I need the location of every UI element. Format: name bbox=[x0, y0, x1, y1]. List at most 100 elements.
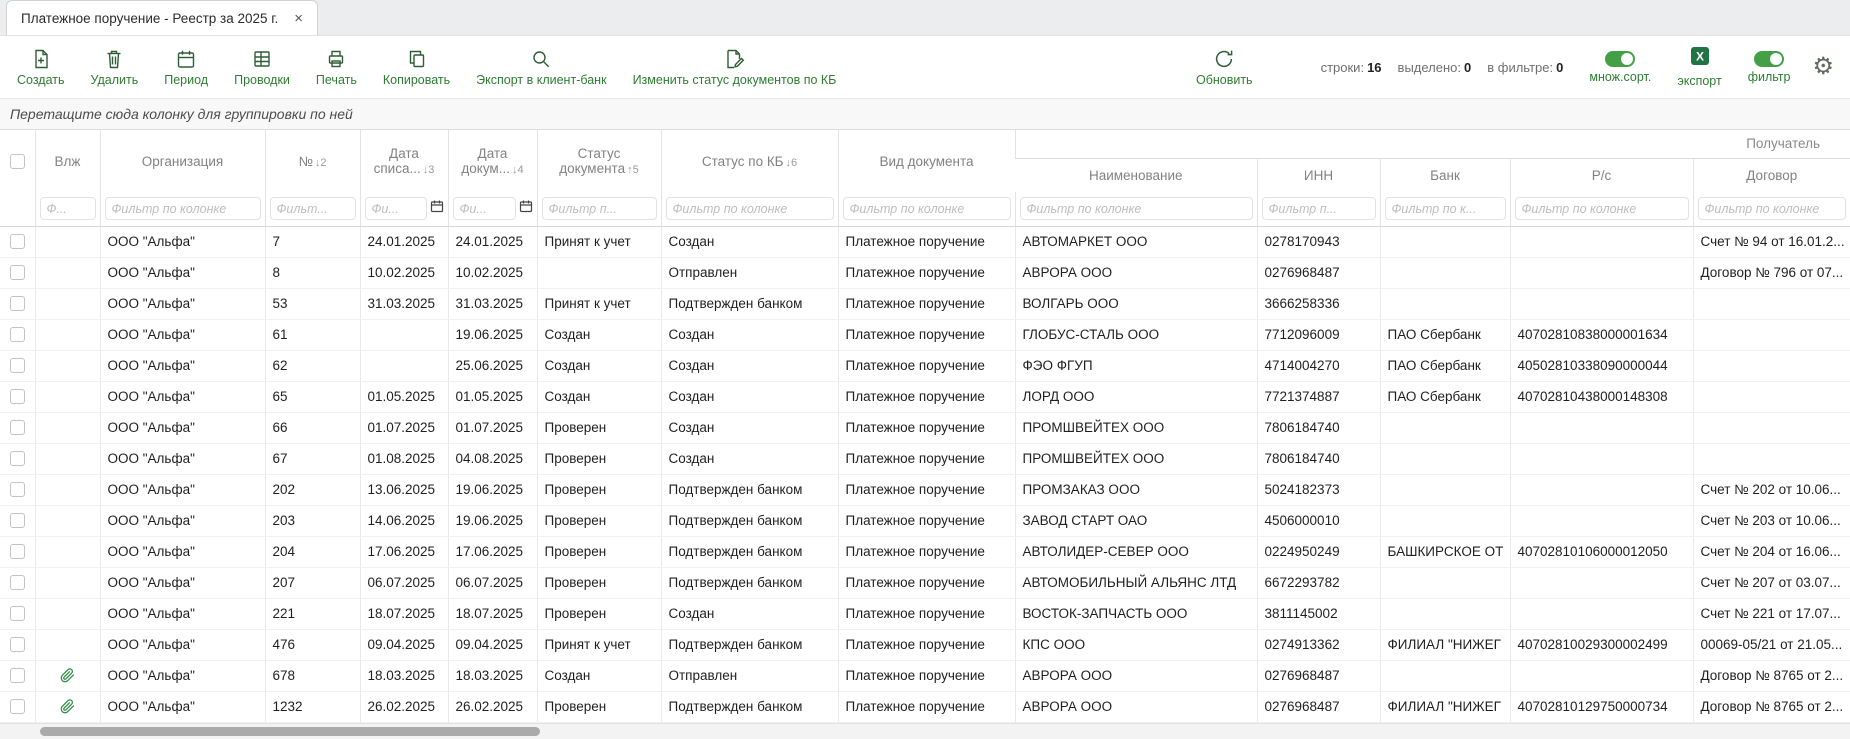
header-bank[interactable]: Банк bbox=[1380, 158, 1510, 192]
row-select-cell[interactable] bbox=[0, 660, 35, 691]
filter-doc-kind-input[interactable] bbox=[843, 197, 1011, 220]
band-receiver[interactable]: Получатель bbox=[1015, 130, 1850, 158]
header-select[interactable] bbox=[0, 130, 35, 192]
tab-payment-register[interactable]: Платежное поручение - Реестр за 2025 г. … bbox=[6, 0, 318, 35]
row-checkbox[interactable] bbox=[10, 668, 25, 683]
row-checkbox[interactable] bbox=[10, 699, 25, 714]
row-checkbox[interactable] bbox=[10, 234, 25, 249]
row-select-cell[interactable] bbox=[0, 691, 35, 722]
header-inn[interactable]: ИНН bbox=[1257, 158, 1380, 192]
table-row[interactable]: ООО "Альфа"6119.06.2025СозданСозданПлате… bbox=[0, 319, 1850, 350]
refresh-button[interactable]: Обновить bbox=[1183, 36, 1266, 98]
table-row[interactable]: ООО "Альфа"20213.06.202519.06.2025Провер… bbox=[0, 474, 1850, 505]
cell-date_write: 06.07.2025 bbox=[360, 567, 448, 598]
row-checkbox[interactable] bbox=[10, 482, 25, 497]
row-select-cell[interactable] bbox=[0, 257, 35, 288]
table-row[interactable]: ООО "Альфа"20314.06.202519.06.2025Провер… bbox=[0, 505, 1850, 536]
filter-account-input[interactable] bbox=[1515, 197, 1689, 220]
row-checkbox[interactable] bbox=[10, 637, 25, 652]
filter-org-input[interactable] bbox=[105, 197, 261, 220]
table-row[interactable]: ООО "Альфа"6225.06.2025СозданСозданПлате… bbox=[0, 350, 1850, 381]
tab-close-icon[interactable]: × bbox=[294, 11, 303, 26]
row-checkbox[interactable] bbox=[10, 513, 25, 528]
copy-button[interactable]: Копировать bbox=[370, 36, 463, 98]
header-org[interactable]: Организация bbox=[100, 130, 265, 192]
table-row[interactable]: ООО "Альфа"5331.03.202531.03.2025Принят … bbox=[0, 288, 1850, 319]
row-select-cell[interactable] bbox=[0, 412, 35, 443]
filter-date-write-input[interactable] bbox=[365, 197, 427, 220]
table-row[interactable]: ООО "Альфа"123226.02.202526.02.2025Прове… bbox=[0, 691, 1850, 722]
filter-contract-input[interactable] bbox=[1698, 197, 1847, 220]
row-checkbox[interactable] bbox=[10, 327, 25, 342]
header-account[interactable]: Р/с bbox=[1510, 158, 1693, 192]
filter-num-input[interactable] bbox=[270, 197, 356, 220]
row-select-cell[interactable] bbox=[0, 350, 35, 381]
select-all-checkbox[interactable] bbox=[10, 154, 25, 169]
table-row[interactable]: ООО "Альфа"22118.07.202518.07.2025Провер… bbox=[0, 598, 1850, 629]
toggle-on-icon[interactable] bbox=[1754, 51, 1784, 67]
create-button[interactable]: Создать bbox=[4, 36, 78, 98]
filter-toggle[interactable]: фильтр bbox=[1748, 51, 1791, 84]
calendar-icon[interactable] bbox=[519, 199, 533, 218]
row-select-cell[interactable] bbox=[0, 288, 35, 319]
postings-button[interactable]: Проводки bbox=[221, 36, 303, 98]
filter-name-input[interactable] bbox=[1020, 197, 1253, 220]
row-checkbox[interactable] bbox=[10, 358, 25, 373]
header-date-write[interactable]: Дата списа...↓3 bbox=[360, 130, 448, 192]
row-checkbox[interactable] bbox=[10, 265, 25, 280]
table-row[interactable]: ООО "Альфа"6501.05.202501.05.2025СозданС… bbox=[0, 381, 1850, 412]
horizontal-scrollbar-thumb[interactable] bbox=[40, 727, 540, 736]
row-select-cell[interactable] bbox=[0, 443, 35, 474]
period-button[interactable]: Период bbox=[151, 36, 221, 98]
header-contract[interactable]: Договор bbox=[1693, 158, 1850, 192]
row-select-cell[interactable] bbox=[0, 567, 35, 598]
grouping-panel[interactable]: Перетащите сюда колонку для группировки … bbox=[0, 98, 1850, 130]
table-row[interactable]: ООО "Альфа"20417.06.202517.06.2025Провер… bbox=[0, 536, 1850, 567]
change-kb-status-button[interactable]: Изменить статус документов по КБ bbox=[620, 36, 850, 98]
row-checkbox[interactable] bbox=[10, 420, 25, 435]
header-attach[interactable]: Влж bbox=[35, 130, 100, 192]
row-checkbox[interactable] bbox=[10, 389, 25, 404]
print-button[interactable]: Печать bbox=[303, 36, 370, 98]
table-row[interactable]: ООО "Альфа"20706.07.202506.07.2025Провер… bbox=[0, 567, 1850, 598]
filter-status-kb-input[interactable] bbox=[666, 197, 834, 220]
filter-date-doc-input[interactable] bbox=[453, 197, 516, 220]
row-checkbox[interactable] bbox=[10, 575, 25, 590]
export-clientbank-button[interactable]: Экспорт в клиент-банк bbox=[463, 36, 619, 98]
row-select-cell[interactable] bbox=[0, 381, 35, 412]
row-select-cell[interactable] bbox=[0, 629, 35, 660]
row-select-cell[interactable] bbox=[0, 474, 35, 505]
header-status-doc[interactable]: Статус документа↑5 bbox=[537, 130, 661, 192]
header-doc-kind[interactable]: Вид документа bbox=[838, 130, 1015, 192]
row-select-cell[interactable] bbox=[0, 598, 35, 629]
header-name[interactable]: Наименование bbox=[1015, 158, 1257, 192]
delete-button[interactable]: Удалить bbox=[78, 36, 152, 98]
filter-status-doc-input[interactable] bbox=[542, 197, 657, 220]
filter-attach-input[interactable] bbox=[40, 197, 96, 220]
table-row[interactable]: ООО "Альфа"724.01.202524.01.2025Принят к… bbox=[0, 226, 1850, 257]
row-select-cell[interactable] bbox=[0, 505, 35, 536]
toggle-on-icon[interactable] bbox=[1605, 51, 1635, 67]
row-checkbox[interactable] bbox=[10, 544, 25, 559]
header-status-kb[interactable]: Статус по КБ↓6 bbox=[661, 130, 838, 192]
table-row[interactable]: ООО "Альфа"47609.04.202509.04.2025Принят… bbox=[0, 629, 1850, 660]
row-select-cell[interactable] bbox=[0, 536, 35, 567]
excel-export-button[interactable]: X экспорт bbox=[1677, 46, 1721, 88]
horizontal-scrollbar[interactable] bbox=[0, 723, 1850, 739]
table-row[interactable]: ООО "Альфа"67818.03.202518.03.2025Создан… bbox=[0, 660, 1850, 691]
table-row[interactable]: ООО "Альфа"6601.07.202501.07.2025Провере… bbox=[0, 412, 1850, 443]
table-row[interactable]: ООО "Альфа"810.02.202510.02.2025Отправле… bbox=[0, 257, 1850, 288]
calendar-icon[interactable] bbox=[430, 199, 444, 218]
header-date-doc[interactable]: Дата докум...↓4 bbox=[448, 130, 537, 192]
row-checkbox[interactable] bbox=[10, 606, 25, 621]
settings-gear-icon[interactable]: ⚙ bbox=[1812, 55, 1834, 79]
row-checkbox[interactable] bbox=[10, 451, 25, 466]
filter-inn-input[interactable] bbox=[1262, 197, 1376, 220]
filter-bank-input[interactable] bbox=[1385, 197, 1506, 220]
header-num[interactable]: №↓2 bbox=[265, 130, 360, 192]
row-select-cell[interactable] bbox=[0, 226, 35, 257]
row-checkbox[interactable] bbox=[10, 296, 25, 311]
table-row[interactable]: ООО "Альфа"6701.08.202504.08.2025Провере… bbox=[0, 443, 1850, 474]
multisort-toggle[interactable]: множ.сорт. bbox=[1589, 51, 1651, 84]
row-select-cell[interactable] bbox=[0, 319, 35, 350]
